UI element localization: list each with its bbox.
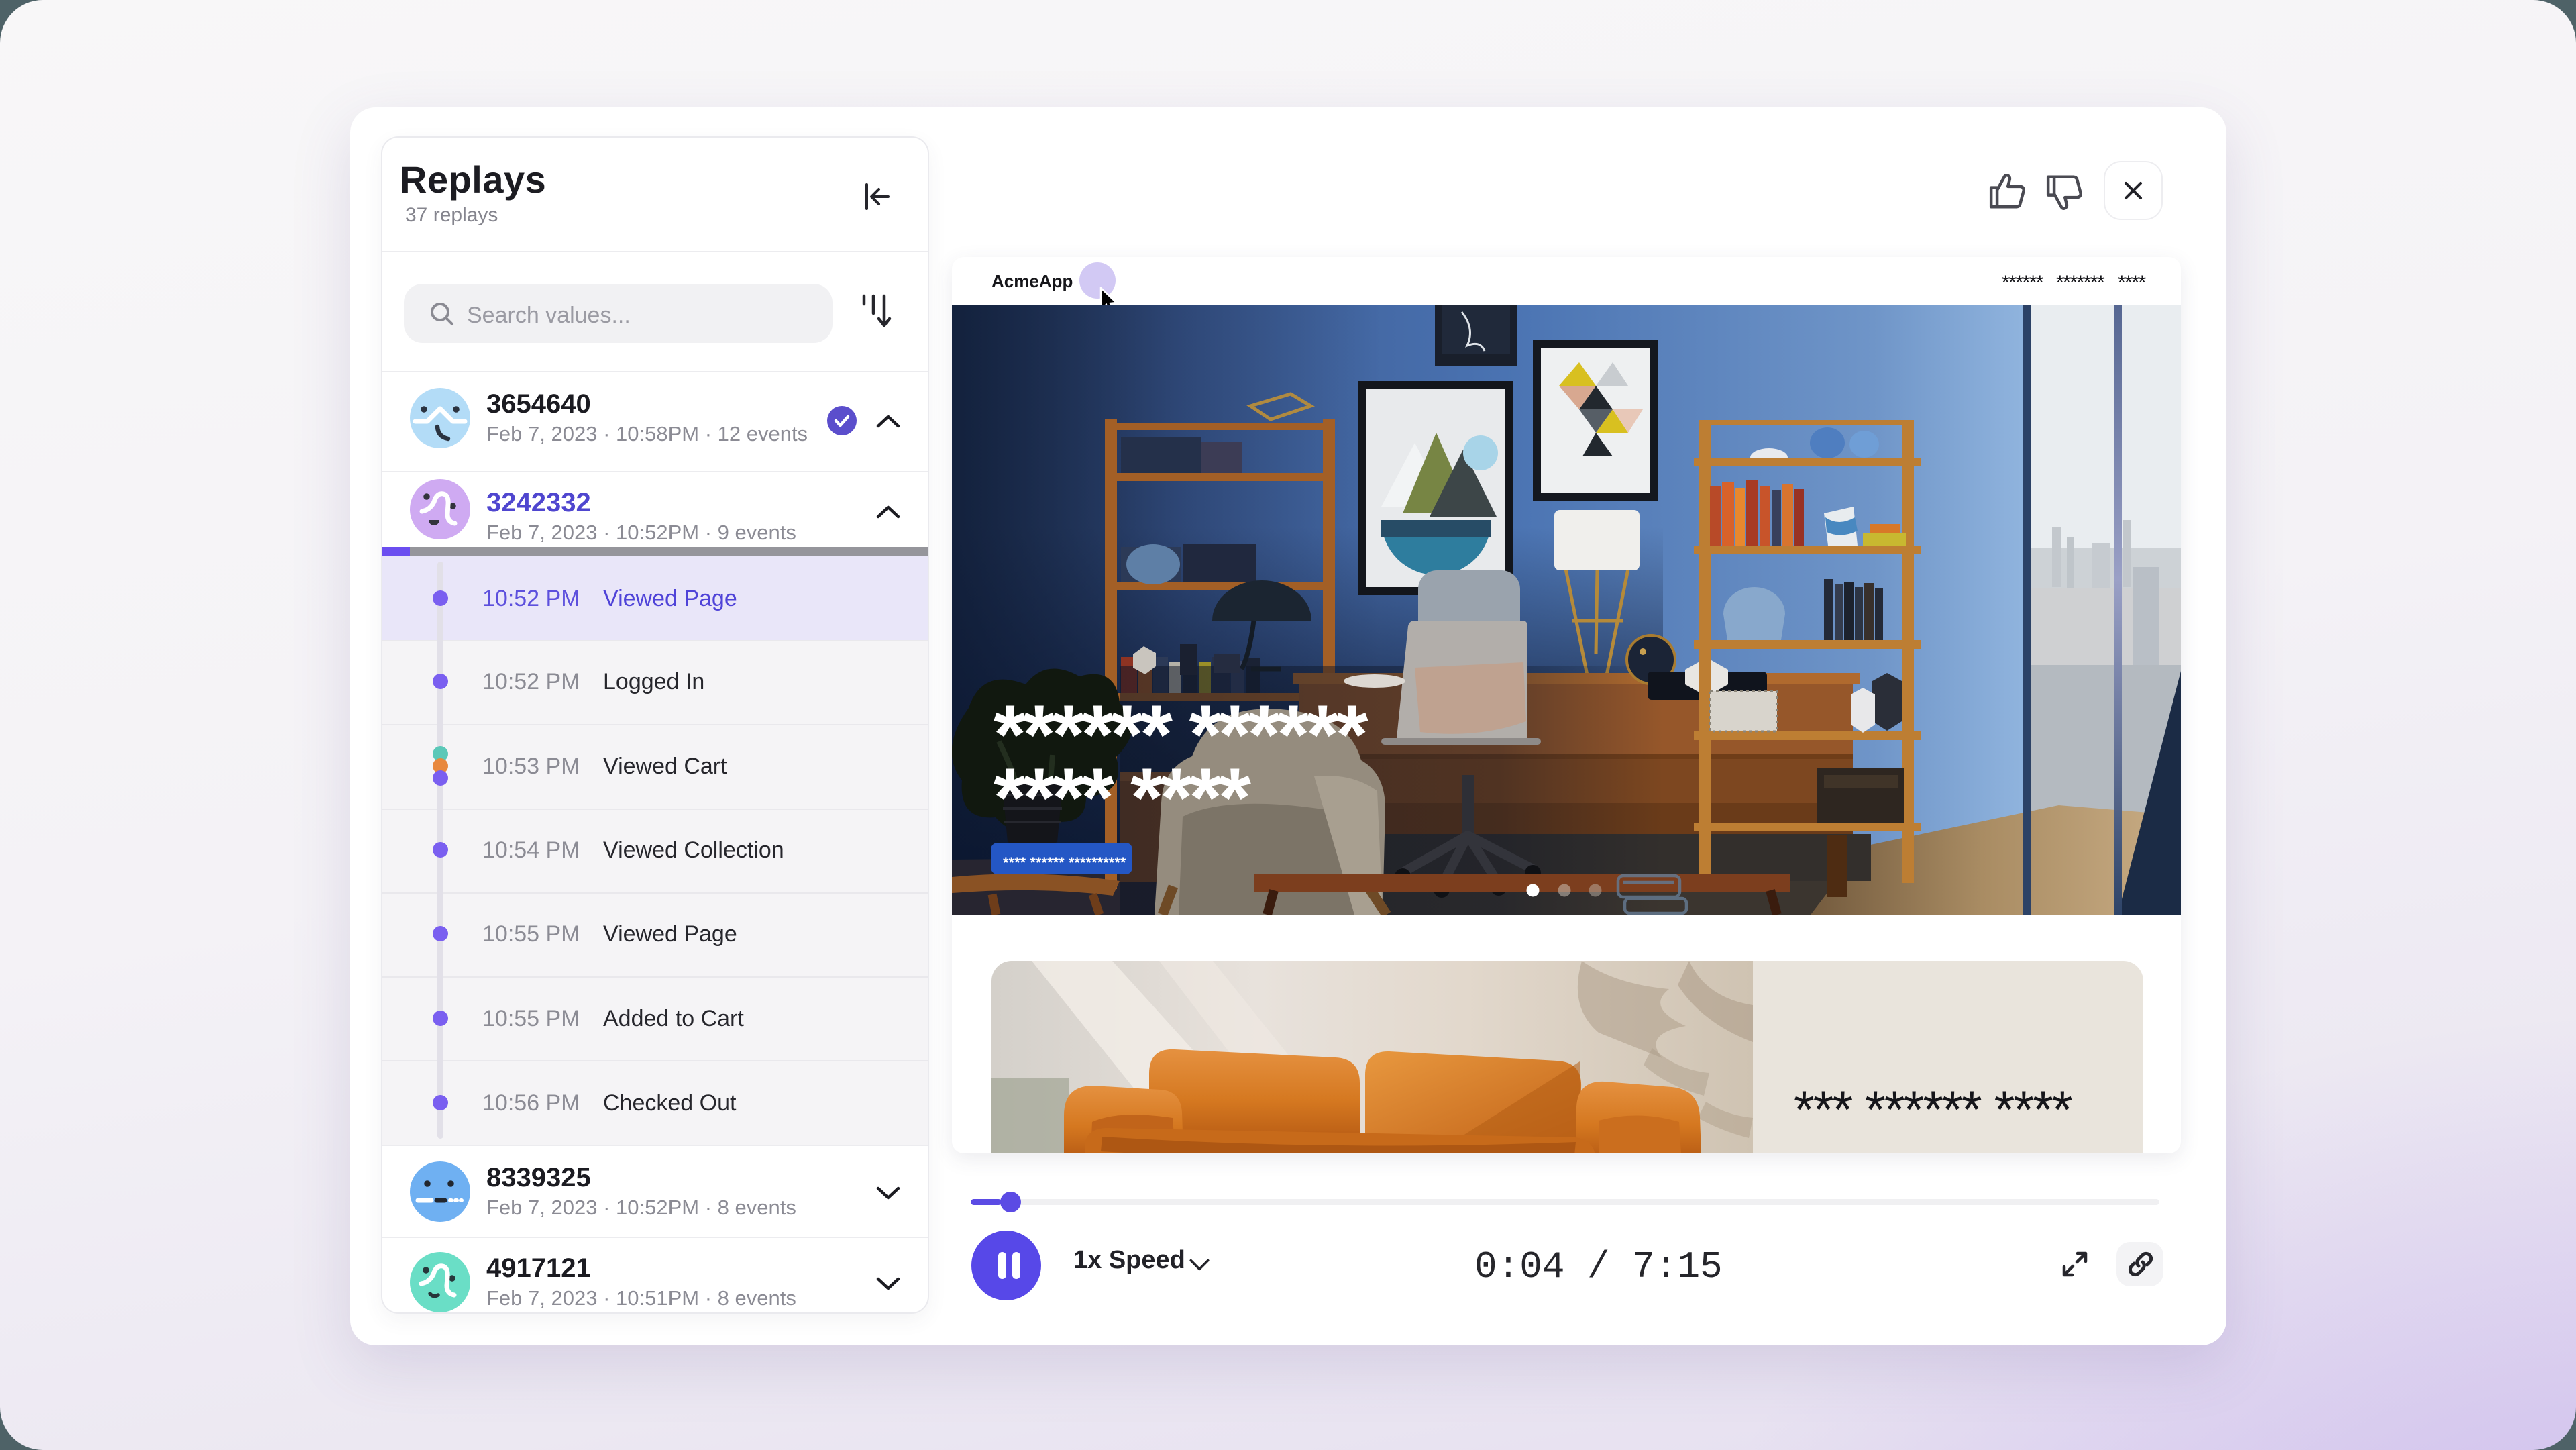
svg-text:**** ****** **********: **** ****** ********** (1003, 854, 1126, 871)
svg-text:**** ****: **** **** (994, 752, 1251, 845)
